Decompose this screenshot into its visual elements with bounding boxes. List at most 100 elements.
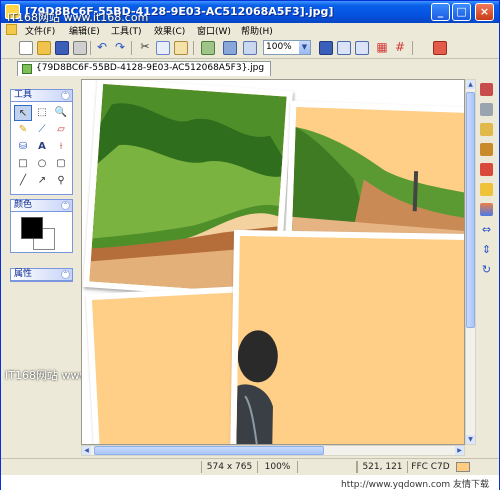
new-icon[interactable] (19, 41, 33, 55)
maximize-button[interactable]: □ (452, 3, 471, 21)
paste-icon[interactable] (174, 41, 188, 55)
scroll-thumb[interactable] (94, 446, 324, 455)
picker-icon[interactable]: ⚲ (52, 173, 70, 189)
rectangle-icon[interactable]: □ (14, 156, 32, 172)
image-canvas[interactable] (81, 79, 465, 445)
vertical-scrollbar[interactable]: ▲ ▼ (465, 79, 476, 445)
toolbar-separator (193, 41, 194, 55)
scroll-left-icon[interactable]: ◀ (82, 446, 91, 455)
grid-icon[interactable]: ▦ (375, 41, 389, 55)
rounded-rect-icon[interactable]: ▢ (52, 156, 70, 172)
redo-icon[interactable]: ↷ (113, 41, 127, 55)
status-cursor (297, 461, 357, 473)
menu-window[interactable]: 窗口(W) (197, 24, 231, 37)
menu-file[interactable]: 文件(F) (25, 24, 55, 37)
chevron-down-icon[interactable]: ▼ (299, 41, 310, 54)
fit-icon[interactable] (355, 41, 369, 55)
rotate-icon[interactable]: ↻ (480, 263, 493, 276)
undo-icon[interactable]: ↶ (95, 41, 109, 55)
foreground-color-swatch[interactable] (21, 217, 43, 239)
panel-header[interactable]: 颜色 ⌃ (11, 200, 72, 212)
print-icon[interactable] (73, 41, 87, 55)
image-file-icon (22, 64, 32, 74)
eraser-icon[interactable]: ▱ (52, 122, 70, 138)
zoom-select[interactable]: 100% ▼ (263, 40, 311, 55)
menu-app-icon (6, 24, 17, 35)
resize-icon[interactable] (223, 41, 237, 55)
arrow-icon[interactable]: ↖ (14, 105, 32, 121)
open-icon[interactable] (37, 41, 51, 55)
airbrush-icon[interactable]: ↗ (33, 173, 51, 189)
panel-title: 颜色 (14, 200, 33, 210)
scroll-thumb[interactable] (466, 92, 475, 328)
toolbar-separator (131, 41, 132, 55)
status-zoom: 100% (257, 461, 297, 473)
line-icon[interactable]: ╱ (14, 173, 32, 189)
footer-strip: http://www.yqdown.com 友情下载 (1, 475, 499, 490)
copy-icon[interactable] (156, 41, 170, 55)
layers-icon[interactable] (480, 83, 493, 96)
color-panel: 颜色 ⌃ (10, 199, 73, 253)
zoom-in-icon[interactable] (319, 41, 333, 55)
status-color-swatch (456, 462, 470, 472)
color-icon[interactable] (480, 163, 493, 176)
tab-label: {79D8BC6F-55BD-4128-9E03-AC512068A5F3}.j… (36, 63, 265, 73)
cut-icon[interactable]: ✂ (138, 41, 152, 55)
panel-title: 属性 (14, 269, 33, 279)
ellipse-icon[interactable]: ○ (33, 156, 51, 172)
zoom-icon[interactable]: 🔍 (52, 105, 70, 121)
flip-h-icon[interactable]: ⇔ (480, 223, 493, 236)
brush-icon[interactable] (480, 143, 493, 156)
menu-tools[interactable]: 工具(T) (111, 24, 142, 37)
close-button[interactable]: × (475, 3, 494, 21)
settings-icon[interactable] (433, 41, 447, 55)
panel-title: 工具 (14, 90, 33, 100)
fill-icon[interactable]: ⛁ (14, 139, 32, 155)
collapse-icon[interactable]: ⌃ (61, 91, 70, 100)
collapse-icon[interactable]: ⌃ (61, 201, 70, 210)
ruler-icon[interactable]: # (393, 41, 407, 55)
status-color-hex: FFC C7D (407, 461, 453, 473)
toolbar-separator (412, 41, 413, 55)
gradient-icon[interactable] (480, 203, 493, 216)
crop-icon[interactable] (201, 41, 215, 55)
footer-text: http://www.yqdown.com 友情下载 (341, 480, 489, 490)
flip-v-icon[interactable]: ⇕ (480, 243, 493, 256)
effects-icon[interactable] (480, 183, 493, 196)
menu-effects[interactable]: 效果(C) (154, 24, 185, 37)
fullscreen-icon[interactable] (243, 41, 257, 55)
title-bar[interactable]: [79D8BC6F-55BD-4128-9E03-AC512068A5F3].j… (1, 1, 499, 24)
minimize-button[interactable]: _ (431, 3, 450, 21)
status-bar: 574 x 765 100% 521, 121 FFC C7D (1, 458, 499, 474)
scroll-down-icon[interactable]: ▼ (466, 435, 475, 444)
status-dimensions: 574 x 765 (201, 461, 257, 473)
scroll-right-icon[interactable]: ▶ (455, 446, 464, 455)
collapse-icon[interactable]: ⌃ (61, 270, 70, 279)
adjust-icon[interactable] (480, 123, 493, 136)
zoom-out-icon[interactable] (337, 41, 351, 55)
image-icon[interactable] (480, 103, 493, 116)
menu-edit[interactable]: 编辑(E) (69, 24, 100, 37)
menu-help[interactable]: 帮助(H) (241, 24, 273, 37)
horizontal-scrollbar[interactable]: ◀ ▶ (81, 445, 465, 456)
collage-photo (285, 100, 464, 248)
save-icon[interactable] (55, 41, 69, 55)
pencil-icon[interactable]: ✎ (14, 122, 32, 138)
properties-panel: 属性 ⌃ (10, 268, 73, 282)
tools-panel: 工具 ⌃ ↖ ⬚ 🔍 ✎ ⟋ ▱ ⛁ A ⟊ □ ○ ▢ ╱ ↗ ⚲ (10, 89, 73, 195)
tab-document[interactable]: {79D8BC6F-55BD-4128-9E03-AC512068A5F3}.j… (17, 61, 272, 76)
panel-header[interactable]: 工具 ⌃ (11, 90, 72, 102)
app-window: [79D8BC6F-55BD-4128-9E03-AC512068A5F3].j… (0, 0, 500, 490)
panel-header[interactable]: 属性 ⌃ (11, 269, 72, 281)
menu-bar: 文件(F) 编辑(E) 工具(T) 效果(C) 窗口(W) 帮助(H) (1, 23, 499, 37)
scroll-up-icon[interactable]: ▲ (466, 80, 475, 89)
brush-icon[interactable]: ⟋ (33, 122, 51, 138)
document-tab-bar: {79D8BC6F-55BD-4128-9E03-AC512068A5F3}.j… (1, 59, 499, 77)
text-icon[interactable]: A (33, 139, 51, 155)
zoom-value: 100% (266, 42, 292, 52)
select-icon[interactable]: ⬚ (33, 105, 51, 121)
right-toolbar: ⇔ ⇕ ↻ (477, 79, 497, 289)
person-image (236, 236, 464, 444)
collage-photo (230, 229, 464, 444)
eyedropper-icon[interactable]: ⟊ (52, 139, 70, 155)
